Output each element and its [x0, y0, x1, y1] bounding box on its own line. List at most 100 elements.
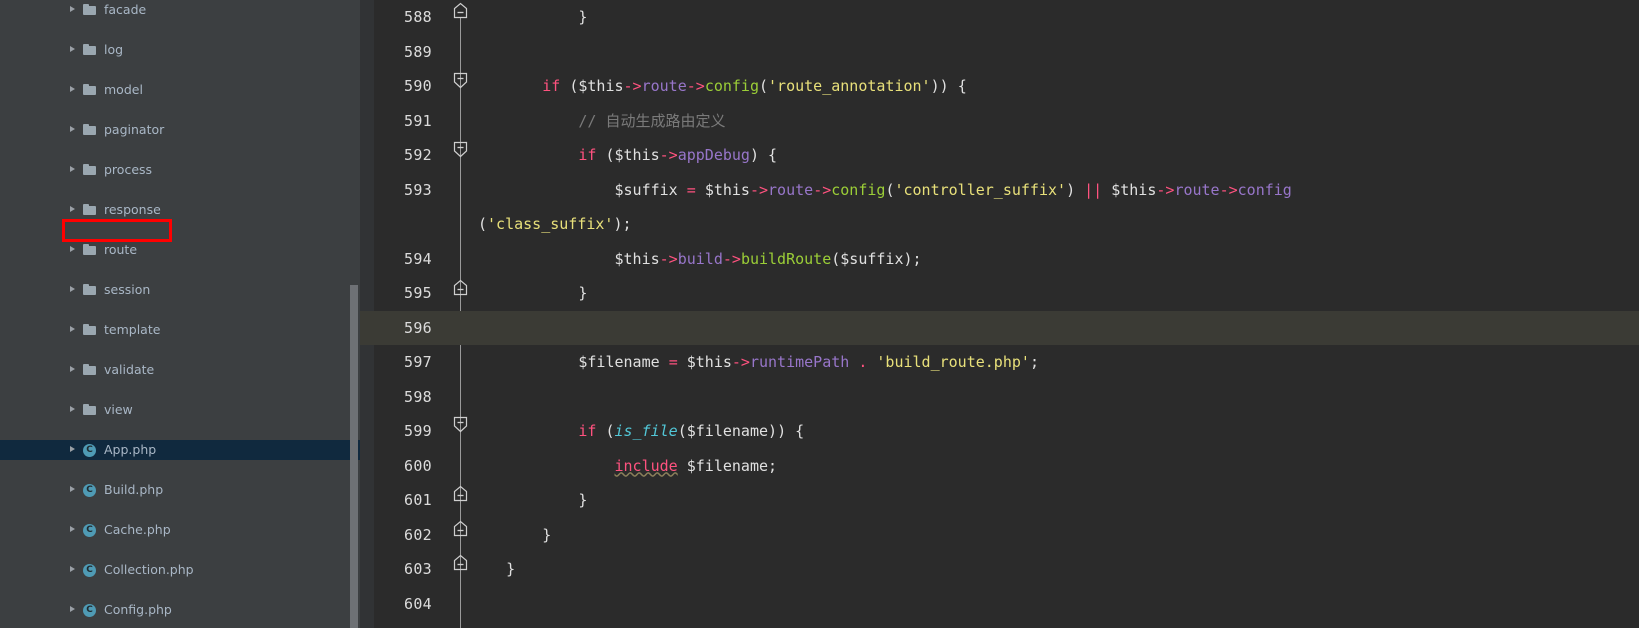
fold-end-icon[interactable]	[453, 554, 468, 571]
tree-item-view[interactable]: view	[0, 400, 360, 420]
tree-item-label: view	[104, 402, 133, 417]
tree-item-app-php[interactable]: App.php	[0, 440, 360, 460]
tree-item-label: model	[104, 82, 143, 97]
tree-item-template[interactable]: template	[0, 320, 360, 340]
fold-end-icon[interactable]	[453, 485, 468, 502]
expand-arrow-icon[interactable]	[68, 480, 79, 500]
line-number: 588	[404, 8, 432, 26]
line-number: 604	[404, 594, 432, 613]
tree-item-session[interactable]: session	[0, 280, 360, 300]
folder-icon	[82, 402, 98, 418]
tree-item-response[interactable]: response	[0, 200, 360, 220]
code-line[interactable]: 601 }	[360, 483, 1639, 518]
folder-icon	[82, 42, 98, 58]
expand-arrow-icon[interactable]	[68, 440, 79, 460]
expand-arrow-icon[interactable]	[68, 160, 79, 180]
line-number: 591	[404, 111, 432, 130]
code-line[interactable]: 600 include $filename;	[360, 449, 1639, 484]
code-line[interactable]: 598	[360, 380, 1639, 415]
code-line[interactable]: 602 }	[360, 518, 1639, 553]
code-line[interactable]: 597 $filename = $this->runtimePath . 'bu…	[360, 345, 1639, 380]
expand-arrow-icon[interactable]	[68, 600, 79, 620]
php-class-icon	[83, 484, 96, 497]
expand-arrow-icon[interactable]	[68, 80, 79, 100]
code-line[interactable]: 599 if (is_file($filename)) {	[360, 414, 1639, 449]
line-number: 589	[404, 42, 432, 61]
tree-item-config-php[interactable]: Config.php	[0, 600, 360, 620]
tree-item-label: Cache.php	[104, 522, 171, 537]
tree-item-label: response	[104, 202, 161, 217]
tree-item-label: Collection.php	[104, 562, 194, 577]
code-line[interactable]: 594 $this->build->buildRoute($suffix);	[360, 242, 1639, 277]
tree-item-label: validate	[104, 362, 155, 377]
folder-icon	[82, 2, 98, 18]
expand-arrow-icon[interactable]	[68, 200, 79, 220]
code-line[interactable]: 595 }	[360, 276, 1639, 311]
sidebar-vertical-scrollbar[interactable]	[350, 285, 358, 628]
code-line[interactable]: 604	[360, 587, 1639, 622]
tree-item-paginator[interactable]: paginator	[0, 120, 360, 140]
tree-item-log[interactable]: log	[0, 40, 360, 60]
expand-arrow-icon[interactable]	[68, 400, 79, 420]
code-line[interactable]: 589	[360, 35, 1639, 70]
code-line[interactable]: 603 }	[360, 552, 1639, 587]
code-line[interactable]: 593 $suffix = $this->route->config('cont…	[360, 173, 1639, 208]
line-number: 601	[404, 491, 432, 509]
expand-arrow-icon[interactable]	[68, 40, 79, 60]
folder-icon	[82, 322, 98, 338]
code-line-text: }	[578, 491, 588, 509]
code-line[interactable]: 596	[360, 310, 1639, 345]
expand-arrow-icon[interactable]	[68, 360, 79, 380]
editor-pane[interactable]: 588 } 589 590 if ($this->route->config('ro…	[360, 0, 1639, 628]
fold-start-icon[interactable]	[453, 416, 468, 433]
fold-start-icon[interactable]	[453, 141, 468, 158]
tree-item-label: Build.php	[104, 482, 164, 497]
line-number: 599	[404, 422, 432, 440]
line-number: 592	[404, 146, 432, 164]
project-sidebar[interactable]: facade log model paginator process response ro…	[0, 0, 360, 628]
tree-item-facade[interactable]: facade	[0, 0, 360, 20]
code-line-wrapped[interactable]: ('class_suffix');	[360, 207, 1639, 242]
folder-icon	[82, 122, 98, 138]
code-line-text: include $filename;	[614, 456, 778, 475]
code-line-text: }	[578, 8, 588, 26]
tree-item-process[interactable]: process	[0, 160, 360, 180]
line-number: 597	[404, 353, 432, 371]
tree-item-route[interactable]: route	[0, 240, 360, 260]
expand-arrow-icon[interactable]	[68, 560, 79, 580]
code-line[interactable]: 592 if ($this->appDebug) {	[360, 138, 1639, 173]
expand-arrow-icon[interactable]	[68, 240, 79, 260]
tree-item-model[interactable]: model	[0, 80, 360, 100]
code-line-text: $suffix = $this->route->config('controll…	[614, 180, 1292, 199]
expand-arrow-icon[interactable]	[68, 120, 79, 140]
line-number: 602	[404, 525, 432, 544]
code-line-text: if (is_file($filename)) {	[578, 422, 805, 440]
code-line[interactable]: 590 if ($this->route->config('route_anno…	[360, 69, 1639, 104]
code-line-text: }	[542, 525, 552, 544]
ide-window: facade log model paginator process response ro…	[0, 0, 1639, 628]
folder-icon	[82, 362, 98, 378]
expand-arrow-icon[interactable]	[68, 0, 79, 20]
expand-arrow-icon[interactable]	[68, 320, 79, 340]
tree-item-label: facade	[104, 2, 147, 17]
fold-end-icon[interactable]	[453, 2, 468, 19]
tree-item-collection-php[interactable]: Collection.php	[0, 560, 360, 580]
php-class-icon	[83, 444, 96, 457]
tree-item-validate[interactable]: validate	[0, 360, 360, 380]
tree-item-cache-php[interactable]: Cache.php	[0, 520, 360, 540]
code-line-text: }	[578, 284, 588, 302]
expand-arrow-icon[interactable]	[68, 520, 79, 540]
code-line-text: // 自动生成路由定义	[578, 111, 726, 130]
tree-item-label: route	[104, 242, 138, 257]
fold-end-icon[interactable]	[453, 279, 468, 296]
tree-item-label: process	[104, 162, 153, 177]
fold-end-icon[interactable]	[453, 520, 468, 537]
fold-start-icon[interactable]	[453, 72, 468, 89]
code-line[interactable]: 591 // 自动生成路由定义	[360, 104, 1639, 139]
project-tree-list[interactable]: facade log model paginator process response ro…	[0, 0, 360, 617]
tree-item-label: Config.php	[104, 602, 172, 617]
expand-arrow-icon[interactable]	[68, 280, 79, 300]
tree-item-build-php[interactable]: Build.php	[0, 480, 360, 500]
line-number: 595	[404, 284, 432, 302]
code-line[interactable]: 588 }	[360, 0, 1639, 35]
